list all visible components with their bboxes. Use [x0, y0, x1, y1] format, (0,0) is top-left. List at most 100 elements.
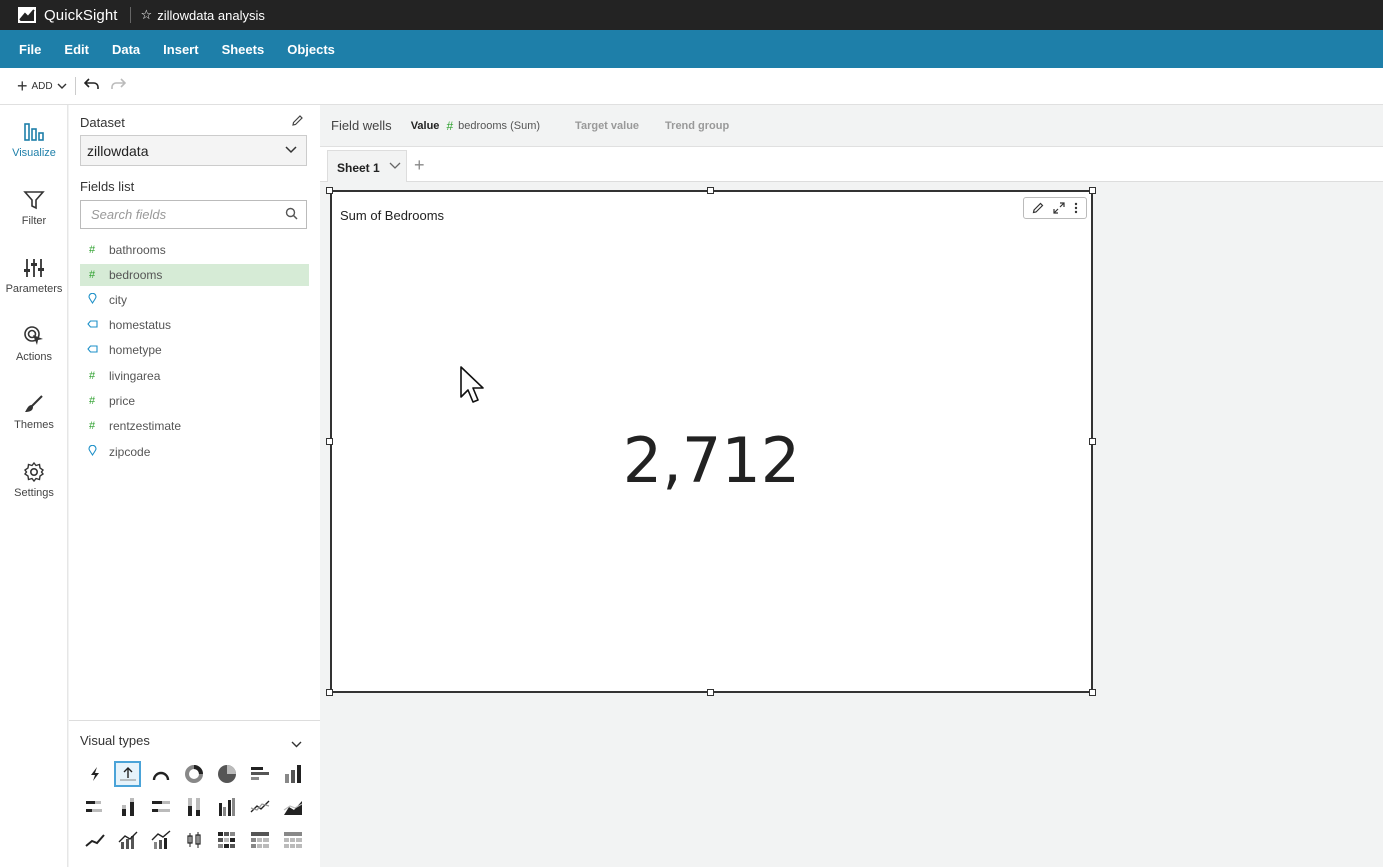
- bar-line-combo-icon[interactable]: [114, 827, 141, 853]
- more-options-icon[interactable]: [1074, 202, 1078, 214]
- field-item-rentzestimate[interactable]: # rentzestimate: [80, 415, 309, 437]
- favorite-star-icon[interactable]: ☆: [141, 7, 153, 23]
- stacked-vertical-bar-icon[interactable]: [114, 794, 141, 820]
- chevron-down-icon: [57, 81, 67, 92]
- gauge-chart-icon[interactable]: [147, 761, 174, 787]
- rail-item-label: Themes: [14, 419, 54, 431]
- stacked-100-vertical-bar-icon[interactable]: [180, 794, 207, 820]
- numeric-field-icon: #: [88, 244, 96, 256]
- numeric-field-icon: #: [88, 269, 96, 281]
- add-button[interactable]: + ADD: [17, 77, 67, 95]
- resize-handle-top[interactable]: [707, 187, 714, 194]
- edit-dataset-pencil-icon[interactable]: [291, 114, 304, 132]
- rail-item-label: Settings: [14, 487, 54, 499]
- field-item-hometype[interactable]: hometype: [80, 339, 309, 361]
- kpi-visual[interactable]: Sum of Bedrooms 2,712: [330, 190, 1093, 693]
- title-bar: QuickSight ☆ zillowdata analysis: [0, 0, 1383, 30]
- chevron-down-icon[interactable]: [291, 735, 302, 753]
- field-item-label: city: [109, 293, 127, 307]
- field-item-bathrooms[interactable]: # bathrooms: [80, 239, 309, 261]
- rail-item-settings[interactable]: Settings: [0, 461, 68, 499]
- rail-item-label: Filter: [21, 215, 47, 227]
- clustered-bar-combo-icon[interactable]: [213, 794, 240, 820]
- resize-handle-top-right[interactable]: [1089, 187, 1096, 194]
- field-item-homestatus[interactable]: homestatus: [80, 314, 309, 336]
- sheet-tab-label: Sheet 1: [337, 161, 380, 175]
- field-item-label: homestatus: [109, 318, 172, 332]
- table-visual-icon[interactable]: [279, 827, 306, 853]
- rail-item-parameters[interactable]: Parameters: [0, 257, 68, 295]
- field-item-bedrooms[interactable]: # bedrooms: [80, 264, 309, 286]
- quicksight-logo-icon: [18, 7, 36, 23]
- rail-item-filter[interactable]: Filter: [0, 189, 68, 227]
- autograph-icon[interactable]: [81, 761, 108, 787]
- undo-icon[interactable]: [83, 77, 100, 95]
- menu-insert[interactable]: Insert: [163, 42, 198, 57]
- donut-chart-icon[interactable]: [180, 761, 207, 787]
- paintbrush-icon: [23, 393, 45, 415]
- target-value-well[interactable]: Target value: [575, 120, 639, 132]
- analysis-name[interactable]: zillowdata analysis: [157, 8, 265, 23]
- resize-handle-right[interactable]: [1089, 438, 1096, 445]
- dataset-select[interactable]: zillowdata: [80, 135, 307, 166]
- area-line-chart-icon[interactable]: [279, 794, 306, 820]
- search-icon: [285, 207, 298, 223]
- trend-group-well[interactable]: Trend group: [665, 120, 729, 132]
- toolbar: + ADD: [0, 68, 1383, 105]
- visual-menu: [1023, 197, 1087, 219]
- field-item-label: livingarea: [109, 369, 161, 383]
- stacked-bar-line-combo-icon[interactable]: [147, 827, 174, 853]
- value-well-field[interactable]: bedrooms (Sum): [458, 120, 540, 132]
- kpi-visual-icon[interactable]: [114, 761, 141, 787]
- chevron-down-icon: [284, 142, 298, 159]
- field-item-label: zipcode: [109, 445, 151, 459]
- app-name: QuickSight: [44, 6, 118, 24]
- resize-handle-left[interactable]: [326, 438, 333, 445]
- line-chart-icon[interactable]: [246, 794, 273, 820]
- box-plot-icon[interactable]: [180, 827, 207, 853]
- heat-map-icon[interactable]: [213, 827, 240, 853]
- rail-item-themes[interactable]: Themes: [0, 393, 68, 431]
- field-item-zipcode[interactable]: zipcode: [80, 441, 309, 463]
- left-nav-rail: Visualize Filter Parameters Actions Them…: [0, 105, 68, 867]
- stacked-100-horizontal-bar-icon[interactable]: [147, 794, 174, 820]
- pie-chart-icon[interactable]: [213, 761, 240, 787]
- tag-icon: [86, 319, 98, 331]
- menu-data[interactable]: Data: [112, 42, 140, 57]
- field-item-price[interactable]: # price: [80, 390, 309, 412]
- field-wells-title[interactable]: Field wells: [331, 118, 392, 133]
- chevron-down-icon[interactable]: [388, 158, 402, 175]
- expand-icon[interactable]: [1053, 202, 1065, 214]
- field-item-livingarea[interactable]: # livingarea: [80, 365, 309, 387]
- vertical-bar-chart-icon[interactable]: [279, 761, 306, 787]
- numeric-field-icon: #: [446, 118, 454, 133]
- menu-file[interactable]: File: [19, 42, 41, 57]
- quicksight-logo[interactable]: QuickSight: [18, 7, 118, 24]
- add-sheet-plus-icon[interactable]: +: [414, 155, 425, 176]
- resize-handle-bottom-right[interactable]: [1089, 689, 1096, 696]
- fields-panel: Dataset zillowdata Fields list Search fi…: [69, 105, 320, 720]
- geo-pin-icon: [86, 292, 98, 307]
- horizontal-bar-chart-icon[interactable]: [246, 761, 273, 787]
- title-divider: [129, 7, 131, 23]
- rail-item-visualize[interactable]: Visualize: [0, 121, 68, 159]
- resize-handle-bottom[interactable]: [707, 689, 714, 696]
- resize-handle-bottom-left[interactable]: [326, 689, 333, 696]
- pivot-table-icon[interactable]: [246, 827, 273, 853]
- menu-objects[interactable]: Objects: [287, 42, 335, 57]
- menu-edit[interactable]: Edit: [64, 42, 89, 57]
- visual-title[interactable]: Sum of Bedrooms: [340, 208, 444, 223]
- field-item-city[interactable]: city: [80, 289, 309, 311]
- line-area-chart-icon[interactable]: [81, 827, 108, 853]
- search-fields-input[interactable]: Search fields: [80, 200, 307, 229]
- stacked-horizontal-bar-icon[interactable]: [81, 794, 108, 820]
- tab-sheet-1[interactable]: Sheet 1: [327, 150, 407, 182]
- resize-handle-top-left[interactable]: [326, 187, 333, 194]
- menu-sheets[interactable]: Sheets: [222, 42, 265, 57]
- redo-icon[interactable]: [110, 77, 126, 95]
- fields-list-label: Fields list: [80, 179, 135, 194]
- edit-pencil-icon[interactable]: [1032, 202, 1044, 214]
- rail-item-actions[interactable]: Actions: [0, 325, 68, 363]
- target-cursor-icon: [23, 325, 45, 347]
- gear-icon: [23, 461, 45, 483]
